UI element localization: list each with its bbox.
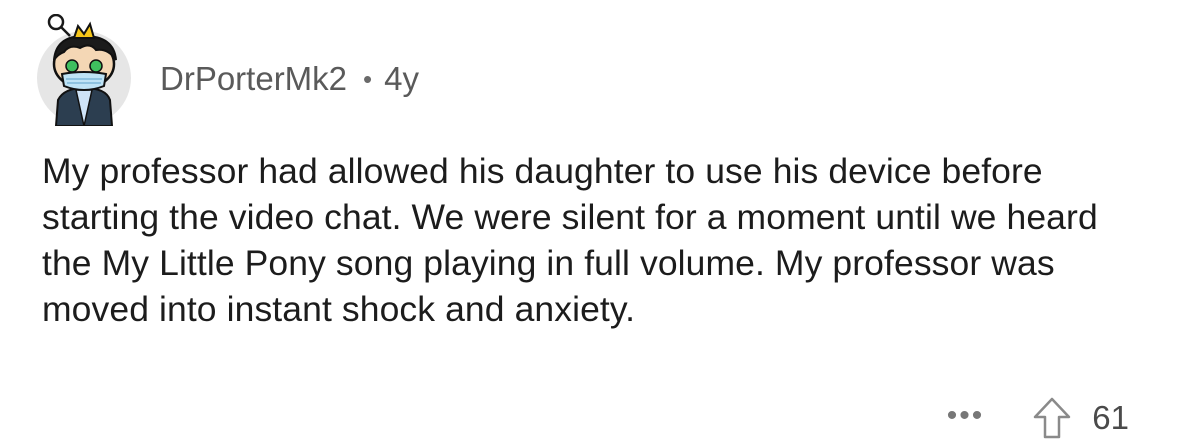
comment-actions: ••• 61 <box>947 396 1129 440</box>
comment-header: DrPorterMk2 • 4y <box>34 10 419 130</box>
vote-score: 61 <box>1092 399 1129 436</box>
comment-meta: DrPorterMk2 • 4y <box>160 60 419 98</box>
comment-body: My professor had allowed his daughter to… <box>42 151 1098 329</box>
username-link[interactable]: DrPorterMk2 <box>160 60 347 98</box>
more-options-button[interactable]: ••• <box>947 401 985 431</box>
comment: DrPorterMk2 • 4y My professor had allowe… <box>0 0 1179 448</box>
comment-age: 4y <box>384 60 419 97</box>
snoo-avatar-icon[interactable] <box>34 14 132 126</box>
meta-separator: • <box>363 63 373 94</box>
upvote-arrow-icon[interactable] <box>1032 396 1072 440</box>
